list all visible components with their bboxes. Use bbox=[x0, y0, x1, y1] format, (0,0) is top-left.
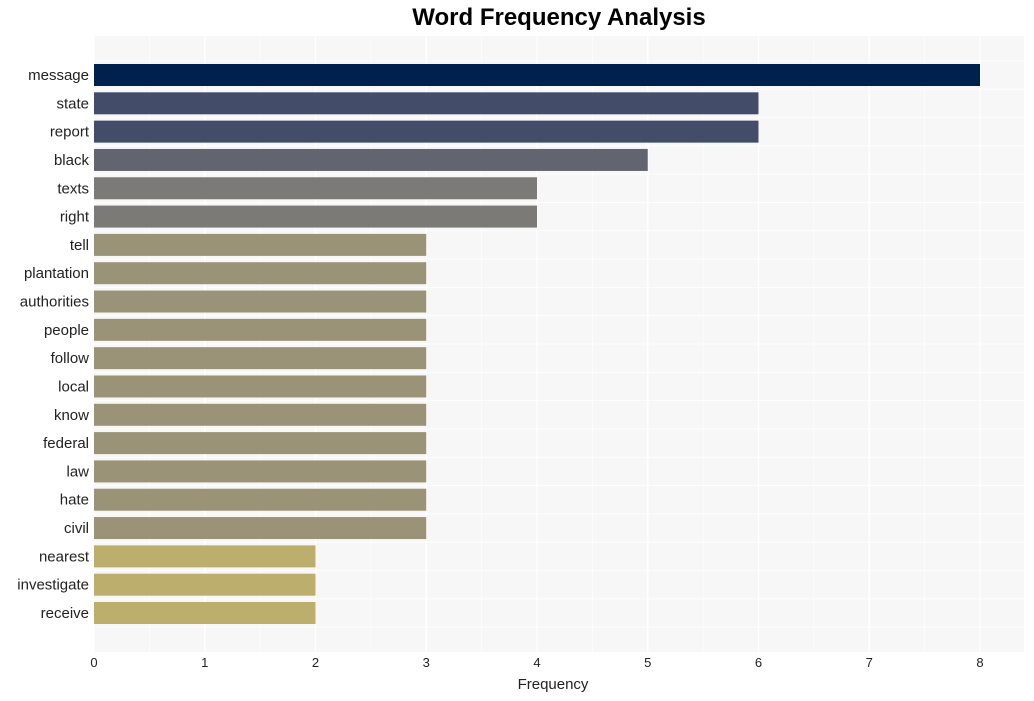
x-tick-label: 6 bbox=[755, 655, 762, 670]
bar-people bbox=[94, 318, 427, 341]
bar-right bbox=[94, 205, 537, 228]
x-tick-label: 0 bbox=[90, 655, 97, 670]
y-tick-label: authorities bbox=[20, 294, 89, 311]
y-tick-label: civil bbox=[64, 520, 89, 537]
x-tick-label: 1 bbox=[201, 655, 208, 670]
bar-authorities bbox=[94, 290, 427, 313]
x-tick-label: 2 bbox=[312, 655, 319, 670]
y-tick-label: black bbox=[54, 152, 90, 169]
bar-civil bbox=[94, 517, 427, 540]
x-tick-label: 4 bbox=[533, 655, 540, 670]
y-tick-label: plantation bbox=[24, 265, 89, 282]
x-axis-ticks: 0 1 2 3 4 5 6 7 8 bbox=[90, 655, 983, 670]
bar-state bbox=[94, 92, 759, 115]
bar-chart: message state report black texts right tell pla… bbox=[17, 36, 1024, 693]
y-tick-label: message bbox=[28, 67, 89, 84]
y-tick-label: federal bbox=[43, 435, 89, 452]
y-tick-label: right bbox=[60, 209, 90, 226]
bar-nearest bbox=[94, 545, 316, 568]
bar-local bbox=[94, 375, 427, 398]
y-tick-label: follow bbox=[51, 350, 90, 367]
bar-texts bbox=[94, 177, 537, 200]
y-tick-label: nearest bbox=[39, 548, 90, 565]
y-tick-label: know bbox=[54, 407, 89, 424]
x-axis-label: Frequency bbox=[518, 676, 589, 693]
bar-law bbox=[94, 460, 427, 483]
y-tick-label: law bbox=[66, 463, 89, 480]
y-tick-label: tell bbox=[70, 237, 89, 254]
bar-receive bbox=[94, 602, 316, 624]
bar-federal bbox=[94, 432, 427, 455]
y-tick-label: receive bbox=[41, 605, 89, 622]
bar-investigate bbox=[94, 573, 316, 596]
y-tick-label: hate bbox=[60, 492, 89, 509]
bar-message bbox=[94, 64, 980, 86]
bar-hate bbox=[94, 488, 427, 511]
y-axis-labels: message state report black texts right tell pla… bbox=[17, 67, 90, 622]
bar-follow bbox=[94, 347, 427, 370]
y-tick-label: state bbox=[56, 95, 89, 112]
x-tick-label: 3 bbox=[423, 655, 430, 670]
bar-know bbox=[94, 403, 427, 426]
y-tick-label: investigate bbox=[17, 577, 89, 594]
y-tick-label: people bbox=[44, 322, 89, 339]
x-tick-label: 7 bbox=[866, 655, 873, 670]
x-tick-label: 5 bbox=[644, 655, 651, 670]
x-tick-label: 8 bbox=[976, 655, 983, 670]
y-tick-label: report bbox=[50, 124, 90, 141]
bar-report bbox=[94, 120, 759, 143]
bar-black bbox=[94, 148, 648, 171]
y-tick-label: texts bbox=[57, 180, 89, 197]
y-tick-label: local bbox=[58, 378, 89, 395]
bar-tell bbox=[94, 233, 427, 256]
bar-plantation bbox=[94, 262, 427, 285]
